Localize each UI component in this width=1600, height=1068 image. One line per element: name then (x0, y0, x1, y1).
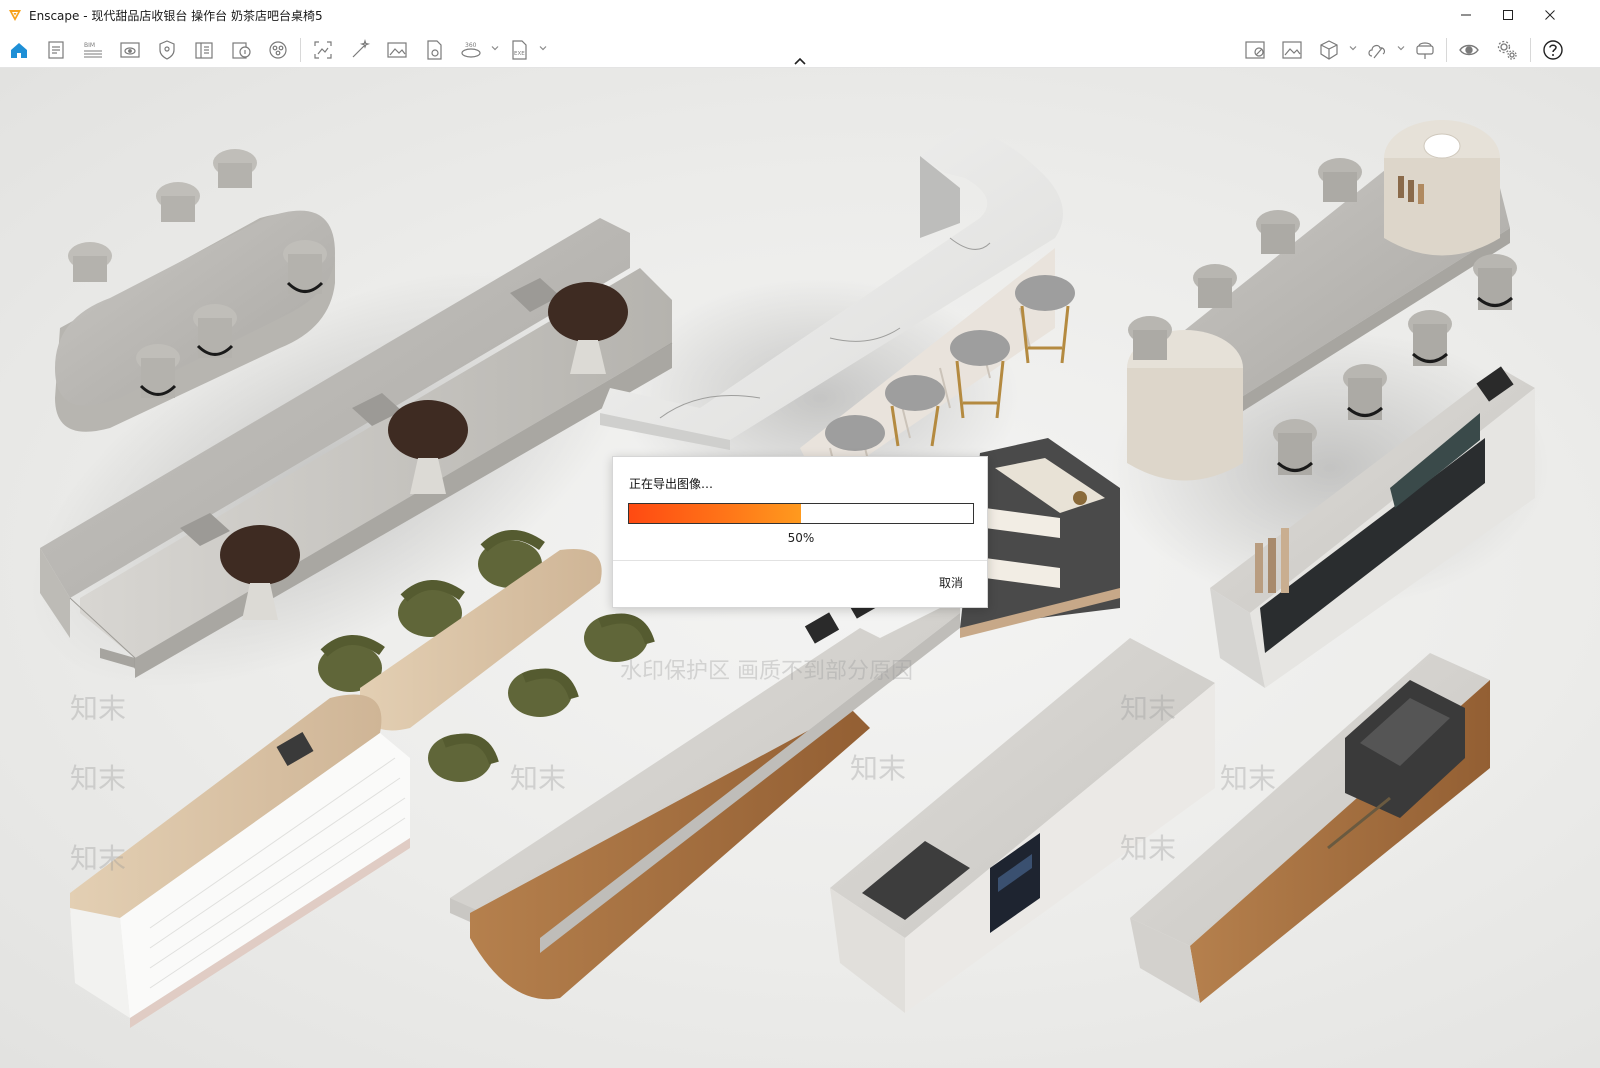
export-exe-icon: EXE (512, 40, 527, 60)
minimize-icon (1461, 14, 1471, 16)
maximize-icon (1503, 10, 1513, 20)
svg-text:水印保护区 画质不到部分原因: 水印保护区 画质不到部分原因 (620, 659, 913, 684)
toolbar-separator (1530, 38, 1531, 62)
image-gallery-icon (1282, 41, 1302, 59)
svg-text:知末: 知末 (70, 762, 126, 795)
help-button[interactable] (1540, 37, 1566, 63)
svg-text:知末: 知末 (1120, 832, 1176, 865)
cube-icon (1320, 40, 1338, 60)
close-icon (1545, 10, 1555, 20)
toolbar-separator (300, 38, 301, 62)
no-image-icon (1245, 41, 1265, 59)
home-icon (11, 43, 27, 58)
book-button[interactable] (191, 37, 217, 63)
image-icon (387, 42, 407, 58)
panorama-360-icon: 360 (461, 42, 481, 58)
batch-render-button[interactable] (421, 37, 447, 63)
svg-text:知末: 知末 (70, 692, 126, 725)
title-bar: Enscape - 现代甜品店收银台 操作台 奶茶店吧台桌椅5 (0, 0, 1600, 30)
magic-wand-button[interactable] (347, 37, 373, 63)
magic-wand-icon (352, 39, 371, 58)
export-exe-button[interactable]: EXE (506, 37, 532, 63)
svg-text:知末: 知末 (850, 752, 906, 785)
settings-button[interactable] (1494, 37, 1520, 63)
bim-button[interactable]: BIM (80, 37, 106, 63)
batch-render-icon (427, 40, 442, 60)
svg-text:360: 360 (465, 42, 477, 49)
asset-library-icon (269, 41, 287, 59)
vr-headset-button[interactable] (1412, 37, 1438, 63)
enscape-logo-icon (9, 10, 21, 21)
progress-bar (628, 503, 974, 524)
svg-text:EXE: EXE (514, 51, 525, 57)
cancel-button[interactable]: 取消 (939, 574, 963, 591)
progress-percent-label: 50% (787, 531, 815, 545)
close-button[interactable] (1530, 0, 1570, 30)
svg-text:知末: 知末 (510, 762, 566, 795)
panorama-360-button[interactable]: 360 (458, 37, 484, 63)
cube-button[interactable] (1316, 37, 1342, 63)
chevron-down-icon[interactable] (490, 43, 500, 53)
view-button[interactable] (117, 37, 143, 63)
settings-icon (1497, 40, 1517, 60)
shield-button[interactable] (154, 37, 180, 63)
chevron-down-icon[interactable] (1396, 43, 1406, 53)
home-button[interactable] (6, 37, 32, 63)
info-icon (232, 42, 251, 59)
export-progress-dialog: 正在导出图像… 50% 取消 (612, 456, 988, 608)
image-gallery-button[interactable] (1279, 37, 1305, 63)
cloud-button[interactable] (1364, 37, 1390, 63)
image-button[interactable] (384, 37, 410, 63)
asset-library-button[interactable] (265, 37, 291, 63)
window-title: Enscape - 现代甜品店收银台 操作台 奶茶店吧台桌椅5 (29, 8, 323, 23)
screenshot-icon (314, 41, 332, 59)
svg-text:BIM: BIM (84, 42, 95, 49)
chevron-down-icon[interactable] (1348, 43, 1358, 53)
document-button[interactable] (43, 37, 69, 63)
svg-text:知末: 知末 (1120, 692, 1176, 725)
progress-bar-fill (629, 504, 801, 523)
eye-icon (1459, 44, 1479, 56)
info-button[interactable] (228, 37, 254, 63)
dialog-divider (613, 560, 987, 561)
maximize-button[interactable] (1488, 0, 1528, 30)
view-icon (120, 42, 140, 58)
minimize-button[interactable] (1446, 0, 1486, 30)
bim-icon: BIM (84, 42, 102, 58)
collapse-toolbar-chevron-icon[interactable] (792, 56, 808, 66)
screenshot-button[interactable] (310, 37, 336, 63)
shield-icon (159, 40, 175, 60)
vr-headset-icon (1416, 42, 1434, 59)
enscape-window: Enscape - 现代甜品店收银台 操作台 奶茶店吧台桌椅5 BIM 360 … (0, 0, 1600, 1068)
svg-text:知末: 知末 (70, 842, 126, 875)
book-icon (195, 42, 213, 59)
dialog-message: 正在导出图像… (629, 477, 714, 491)
help-icon (1543, 40, 1563, 60)
chevron-down-icon[interactable] (538, 43, 548, 53)
eye-button[interactable] (1456, 37, 1482, 63)
toolbar-separator (1446, 38, 1447, 62)
cloud-icon (1368, 44, 1386, 59)
svg-text:知末: 知末 (1220, 762, 1276, 795)
document-icon (48, 41, 64, 59)
no-image-button[interactable] (1242, 37, 1268, 63)
